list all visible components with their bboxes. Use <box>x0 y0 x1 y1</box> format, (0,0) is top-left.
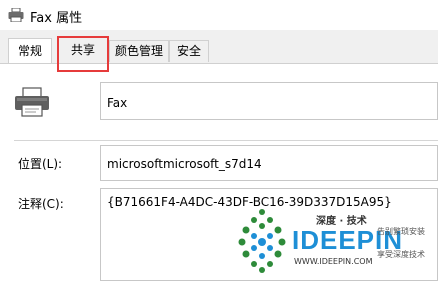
printer-large-icon <box>15 87 49 117</box>
printer-icon <box>8 8 24 22</box>
tab-sharing[interactable]: 共享 <box>57 40 109 62</box>
printer-name-field[interactable]: Fax <box>100 82 438 120</box>
location-label: 位置(L): <box>18 157 63 171</box>
tab-color-management[interactable]: 颜色管理 <box>109 40 169 62</box>
window-title: Fax 属性 <box>30 11 83 26</box>
tab-security[interactable]: 安全 <box>169 40 209 62</box>
deepin-logo-icon <box>238 209 286 273</box>
watermark-side-text-1: 告别繁琐安装 <box>377 227 425 236</box>
title-bar: Fax 属性 <box>0 0 438 30</box>
watermark-url: WWW.IDEEPIN.COM <box>294 257 373 266</box>
tab-general[interactable]: 常规 <box>8 38 52 64</box>
comment-label: 注释(C): <box>18 197 64 211</box>
location-field[interactable]: microsoftmicrosoft_s7d14 <box>100 145 438 181</box>
divider <box>14 140 438 141</box>
tab-strip: 常规 共享 颜色管理 安全 <box>0 30 438 64</box>
watermark-side-text-2: 享受深度技术 <box>377 250 425 259</box>
